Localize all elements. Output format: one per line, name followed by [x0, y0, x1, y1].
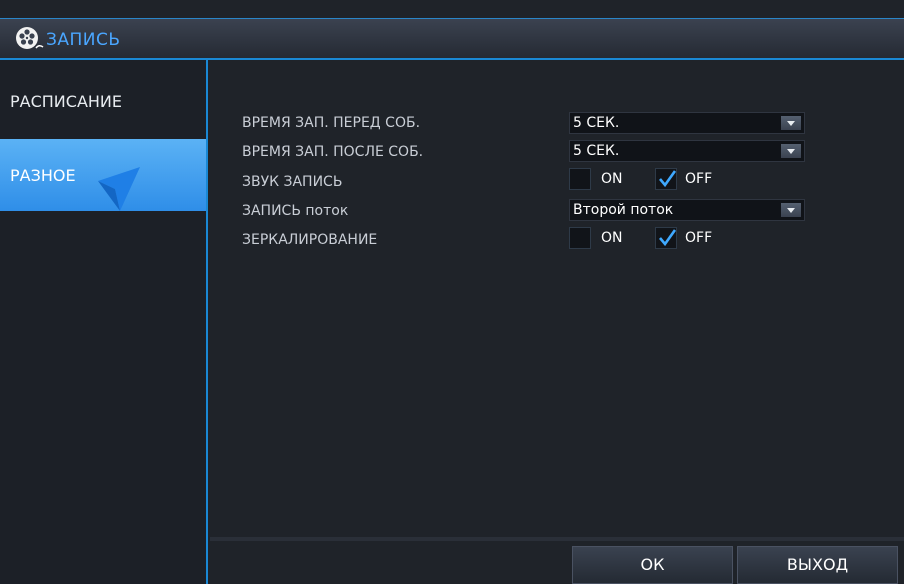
mirroring-on-checkbox[interactable] [569, 227, 591, 249]
ok-button[interactable]: ОК [572, 546, 733, 584]
post-record-value: 5 СЕК. [573, 143, 620, 159]
chevron-down-icon [781, 144, 801, 158]
audio-on-checkbox[interactable] [569, 168, 591, 190]
chevron-down-icon [781, 116, 801, 130]
mouse-cursor-icon [98, 167, 140, 211]
mirroring-label: ЗЕРКАЛИРОВАНИЕ [242, 232, 378, 248]
record-stream-value: Второй поток [573, 202, 674, 218]
record-stream-select[interactable]: Второй поток [569, 199, 805, 221]
audio-off-checkbox[interactable] [655, 168, 677, 190]
footer-divider [210, 537, 904, 541]
mirroring-on-label: ON [601, 230, 623, 246]
audio-on-label: ON [601, 171, 623, 187]
pre-record-label: ВРЕМЯ ЗАП. ПЕРЕД СОБ. [242, 115, 421, 131]
sidebar-item-label: РАЗНОЕ [10, 166, 76, 185]
window-title: ЗАПИСЬ [46, 30, 121, 50]
pre-record-value: 5 СЕК. [573, 115, 620, 131]
mirroring-off-checkbox[interactable] [655, 227, 677, 249]
title-bar: ЗАПИСЬ [0, 18, 904, 60]
chevron-down-icon [781, 203, 801, 217]
record-stream-label: ЗАПИСЬ поток [242, 203, 349, 219]
sidebar-item-misc[interactable]: РАЗНОЕ [0, 139, 206, 211]
post-record-select[interactable]: 5 СЕК. [569, 140, 805, 162]
mirroring-off-label: OFF [685, 230, 713, 246]
sidebar-item-schedule[interactable]: РАСПИСАНИЕ [0, 64, 206, 136]
sidebar: РАСПИСАНИЕ РАЗНОЕ [0, 60, 208, 584]
audio-off-label: OFF [685, 171, 713, 187]
checkmark-icon [659, 229, 677, 247]
film-reel-icon [16, 27, 44, 49]
pre-record-select[interactable]: 5 СЕК. [569, 112, 805, 134]
exit-button[interactable]: ВЫХОД [737, 546, 898, 584]
audio-record-label: ЗВУК ЗАПИСЬ [242, 174, 343, 190]
sidebar-item-label: РАСПИСАНИЕ [10, 92, 122, 111]
settings-panel: ВРЕМЯ ЗАП. ПЕРЕД СОБ. 5 СЕК. ВРЕМЯ ЗАП. … [208, 60, 904, 584]
checkmark-icon [659, 170, 677, 188]
record-settings-window: ЗАПИСЬ РАСПИСАНИЕ РАЗНОЕ ВРЕМЯ ЗАП. ПЕРЕ… [0, 0, 904, 584]
post-record-label: ВРЕМЯ ЗАП. ПОСЛЕ СОБ. [242, 144, 424, 160]
